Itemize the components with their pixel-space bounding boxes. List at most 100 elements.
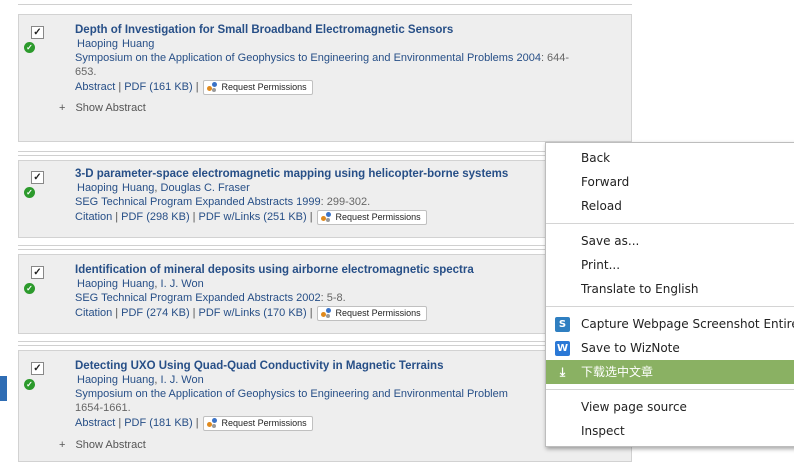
article-title[interactable]: Identification of mineral deposits using…	[75, 263, 621, 277]
menu-item-capture-screenshot[interactable]: S Capture Webpage Screenshot Entirely	[546, 312, 794, 336]
article-title[interactable]: 3-D parameter-space electromagnetic mapp…	[75, 167, 621, 181]
menu-divider	[546, 306, 794, 307]
menu-item-label: Capture Webpage Screenshot Entirely	[581, 317, 794, 331]
select-checkbox[interactable]: ✓	[31, 171, 44, 184]
pdf-link[interactable]: PDF (298 KB)	[121, 211, 189, 223]
article-title[interactable]: Depth of Investigation for Small Broadba…	[75, 23, 621, 37]
menu-divider	[546, 223, 794, 224]
publication-source[interactable]: Symposium on the Application of Geophysi…	[75, 51, 621, 79]
pdf-link[interactable]: PDF (181 KB)	[124, 417, 192, 429]
select-checkbox[interactable]: ✓	[31, 26, 44, 39]
author-link[interactable]: Haoping	[77, 374, 118, 386]
pdf-link[interactable]: PDF (274 KB)	[121, 307, 189, 319]
request-permissions-button[interactable]: Request Permissions	[316, 305, 427, 321]
access-check-icon: ✓	[24, 379, 35, 390]
author-link[interactable]: Haoping	[77, 278, 118, 290]
select-checkbox[interactable]: ✓	[31, 362, 44, 375]
pages: 653.	[75, 66, 97, 78]
pages: : 299-302.	[320, 196, 371, 208]
request-permissions-button[interactable]: Request Permissions	[202, 415, 313, 431]
article-title[interactable]: Detecting UXO Using Quad-Quad Conductivi…	[75, 359, 621, 373]
permissions-label: Request Permissions	[221, 81, 307, 92]
authors: Haoping Huang, I. J. Won	[77, 374, 204, 386]
menu-item-inspect[interactable]: Inspect	[546, 419, 794, 443]
result-card: ✓ ✓ Depth of Investigation for Small Bro…	[18, 14, 632, 142]
top-divider	[18, 4, 632, 5]
divider	[18, 245, 632, 250]
pdf-with-links-link[interactable]: PDF w/Links (170 KB)	[198, 307, 306, 319]
permissions-icon	[206, 417, 218, 429]
article-links: Abstract | PDF (181 KB) | Request Permission…	[75, 415, 621, 431]
pages: : 644-	[540, 52, 570, 64]
camera-icon: S	[555, 317, 570, 332]
menu-item-label: 下载选中文章	[581, 365, 654, 379]
source-title[interactable]: SEG Technical Program Expanded Abstracts…	[75, 196, 321, 208]
request-permissions-button[interactable]: Request Permissions	[202, 79, 313, 95]
menu-item-forward[interactable]: Forward	[546, 170, 794, 194]
divider	[18, 341, 632, 346]
menu-divider	[546, 389, 794, 390]
pdf-with-links-link[interactable]: PDF w/Links (251 KB)	[198, 211, 306, 223]
source-title[interactable]: Symposium on the Application of Geophysi…	[75, 388, 508, 400]
side-feedback-tab[interactable]	[0, 376, 7, 401]
author-link[interactable]: Huang	[122, 278, 154, 290]
select-checkbox[interactable]: ✓	[31, 266, 44, 279]
plus-icon: +	[59, 439, 66, 451]
authors: Haoping Huang, I. J. Won	[77, 278, 204, 290]
author-link[interactable]: Haoping	[77, 38, 118, 50]
publication-source[interactable]: SEG Technical Program Expanded Abstracts…	[75, 291, 621, 305]
permissions-icon	[206, 81, 218, 93]
menu-item-save-as[interactable]: Save as...	[546, 229, 794, 253]
article-links: Citation | PDF (298 KB) | PDF w/Links (251 K…	[75, 209, 621, 225]
pdf-link[interactable]: PDF (161 KB)	[124, 81, 192, 93]
author-link[interactable]: Huang	[122, 38, 154, 50]
show-abstract-toggle[interactable]: + Show Abstract	[59, 101, 146, 115]
menu-item-back[interactable]: Back	[546, 146, 794, 170]
menu-item-translate[interactable]: Translate to English	[546, 277, 794, 301]
authors: Haoping Huang, Douglas C. Fraser	[77, 182, 250, 194]
author-link[interactable]: Huang	[122, 374, 154, 386]
permissions-label: Request Permissions	[221, 417, 307, 428]
pages: 1654-1661.	[75, 402, 131, 414]
authors: Haoping Huang	[75, 37, 621, 51]
citation-link[interactable]: Citation	[75, 307, 112, 319]
permissions-icon	[320, 211, 332, 223]
show-abstract-label: Show Abstract	[75, 439, 146, 451]
author-link[interactable]: I. J. Won	[161, 374, 204, 386]
wiznote-icon: W	[555, 341, 570, 356]
show-abstract-label: Show Abstract	[75, 102, 146, 114]
result-card: ✓ ✓ 3-D parameter-space electromagnetic …	[18, 160, 632, 238]
access-check-icon: ✓	[24, 42, 35, 53]
menu-item-reload[interactable]: Reload	[546, 194, 794, 218]
access-check-icon: ✓	[24, 283, 35, 294]
author-link[interactable]: Douglas C. Fraser	[161, 182, 250, 194]
permissions-label: Request Permissions	[335, 307, 421, 318]
publication-source[interactable]: Symposium on the Application of Geophysi…	[75, 387, 621, 415]
author-link[interactable]: I. J. Won	[161, 278, 204, 290]
author-link[interactable]: Huang	[122, 182, 154, 194]
menu-item-save-to-wiznote[interactable]: W Save to WizNote	[546, 336, 794, 360]
result-card: ✓ ✓ Detecting UXO Using Quad-Quad Conduc…	[18, 350, 632, 462]
author-link[interactable]: Haoping	[77, 182, 118, 194]
article-links: Citation | PDF (274 KB) | PDF w/Links (170 K…	[75, 305, 621, 321]
menu-item-download-article[interactable]: ⤓ 下载选中文章	[546, 360, 794, 384]
source-title[interactable]: Symposium on the Application of Geophysi…	[75, 52, 541, 64]
article-links: Abstract | PDF (161 KB) | Request Permission…	[75, 79, 621, 95]
pages: : 5-8.	[320, 292, 346, 304]
abstract-link[interactable]: Abstract	[75, 417, 115, 429]
request-permissions-button[interactable]: Request Permissions	[316, 209, 427, 225]
access-check-icon: ✓	[24, 187, 35, 198]
abstract-link[interactable]: Abstract	[75, 81, 115, 93]
download-icon: ⤓	[559, 365, 566, 379]
publication-source[interactable]: SEG Technical Program Expanded Abstracts…	[75, 195, 621, 209]
menu-item-label: Save to WizNote	[581, 341, 680, 355]
permissions-label: Request Permissions	[335, 211, 421, 222]
show-abstract-toggle[interactable]: + Show Abstract	[59, 438, 146, 452]
permissions-icon	[320, 307, 332, 319]
citation-link[interactable]: Citation	[75, 211, 112, 223]
menu-item-print[interactable]: Print...	[546, 253, 794, 277]
plus-icon: +	[59, 102, 66, 114]
source-title[interactable]: SEG Technical Program Expanded Abstracts…	[75, 292, 321, 304]
result-card: ✓ ✓ Identification of mineral deposits u…	[18, 254, 632, 334]
menu-item-view-source[interactable]: View page source	[546, 395, 794, 419]
